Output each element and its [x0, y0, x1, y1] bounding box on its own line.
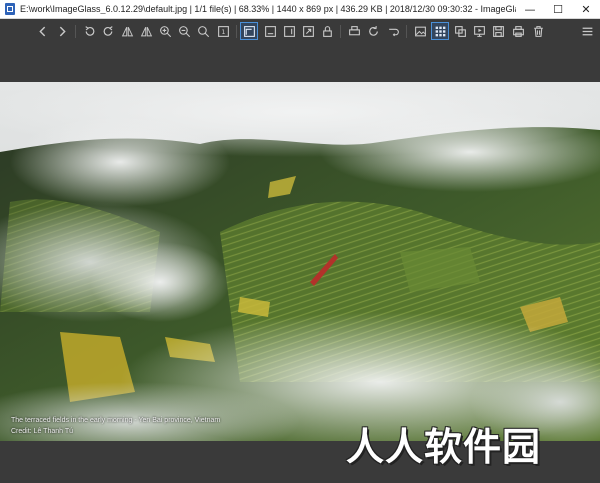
title-bar: E:\work\ImageGlass_6.0.12.29\default.jpg… — [0, 0, 600, 19]
auto-zoom-icon[interactable] — [280, 22, 298, 40]
toolbar-separator — [75, 25, 76, 38]
landscape-photo — [0, 82, 600, 441]
go-to-icon[interactable] — [384, 22, 402, 40]
refresh-icon[interactable] — [364, 22, 382, 40]
imageglass-app-icon — [5, 3, 15, 15]
flip-vertical-icon[interactable] — [137, 22, 155, 40]
scale-width-icon[interactable] — [240, 22, 258, 40]
delete-icon[interactable] — [529, 22, 547, 40]
scale-height-icon[interactable] — [261, 22, 279, 40]
zoom-to-fit-icon[interactable] — [194, 22, 212, 40]
convert-icon[interactable] — [489, 22, 507, 40]
maximize-button[interactable]: ☐ — [544, 0, 572, 19]
toolbar: 1 — [0, 19, 600, 44]
rotate-left-icon[interactable] — [80, 22, 98, 40]
rotate-right-icon[interactable] — [99, 22, 117, 40]
toolbar-separator — [406, 25, 407, 38]
watermark-text: 人人软件园 — [346, 425, 542, 469]
window-controls: — ☐ ✕ — [516, 0, 600, 19]
slideshow-icon[interactable] — [470, 22, 488, 40]
thumbnail-icon[interactable] — [411, 22, 429, 40]
caption-line-1: The terraced fields in the early morning… — [11, 417, 221, 424]
lock-icon[interactable] — [318, 22, 336, 40]
image-viewer-area[interactable]: The terraced fields in the early morning… — [0, 44, 600, 483]
window-title: E:\work\ImageGlass_6.0.12.29\default.jpg… — [20, 4, 516, 14]
svg-text:1: 1 — [221, 28, 225, 36]
flip-horizontal-icon[interactable] — [118, 22, 136, 40]
actual-size-icon[interactable]: 1 — [214, 22, 232, 40]
toolbar-separator — [236, 25, 237, 38]
lock-zoom-icon[interactable] — [299, 22, 317, 40]
next-icon[interactable] — [53, 22, 71, 40]
checkerboard-icon[interactable] — [431, 22, 449, 40]
close-button[interactable]: ✕ — [572, 0, 600, 19]
back-icon[interactable] — [33, 22, 51, 40]
zoom-out-icon[interactable] — [175, 22, 193, 40]
photo-caption: The terraced fields in the early morning… — [11, 415, 220, 437]
menu-icon[interactable] — [578, 22, 596, 40]
minimize-button[interactable]: — — [516, 0, 544, 19]
save-icon[interactable] — [509, 22, 527, 40]
zoom-in-icon[interactable] — [156, 22, 174, 40]
print-icon[interactable] — [345, 22, 363, 40]
caption-line-2: Credit: Lê Thanh Tú — [11, 428, 74, 435]
fullscreen-icon[interactable] — [451, 22, 469, 40]
toolbar-separator — [340, 25, 341, 38]
